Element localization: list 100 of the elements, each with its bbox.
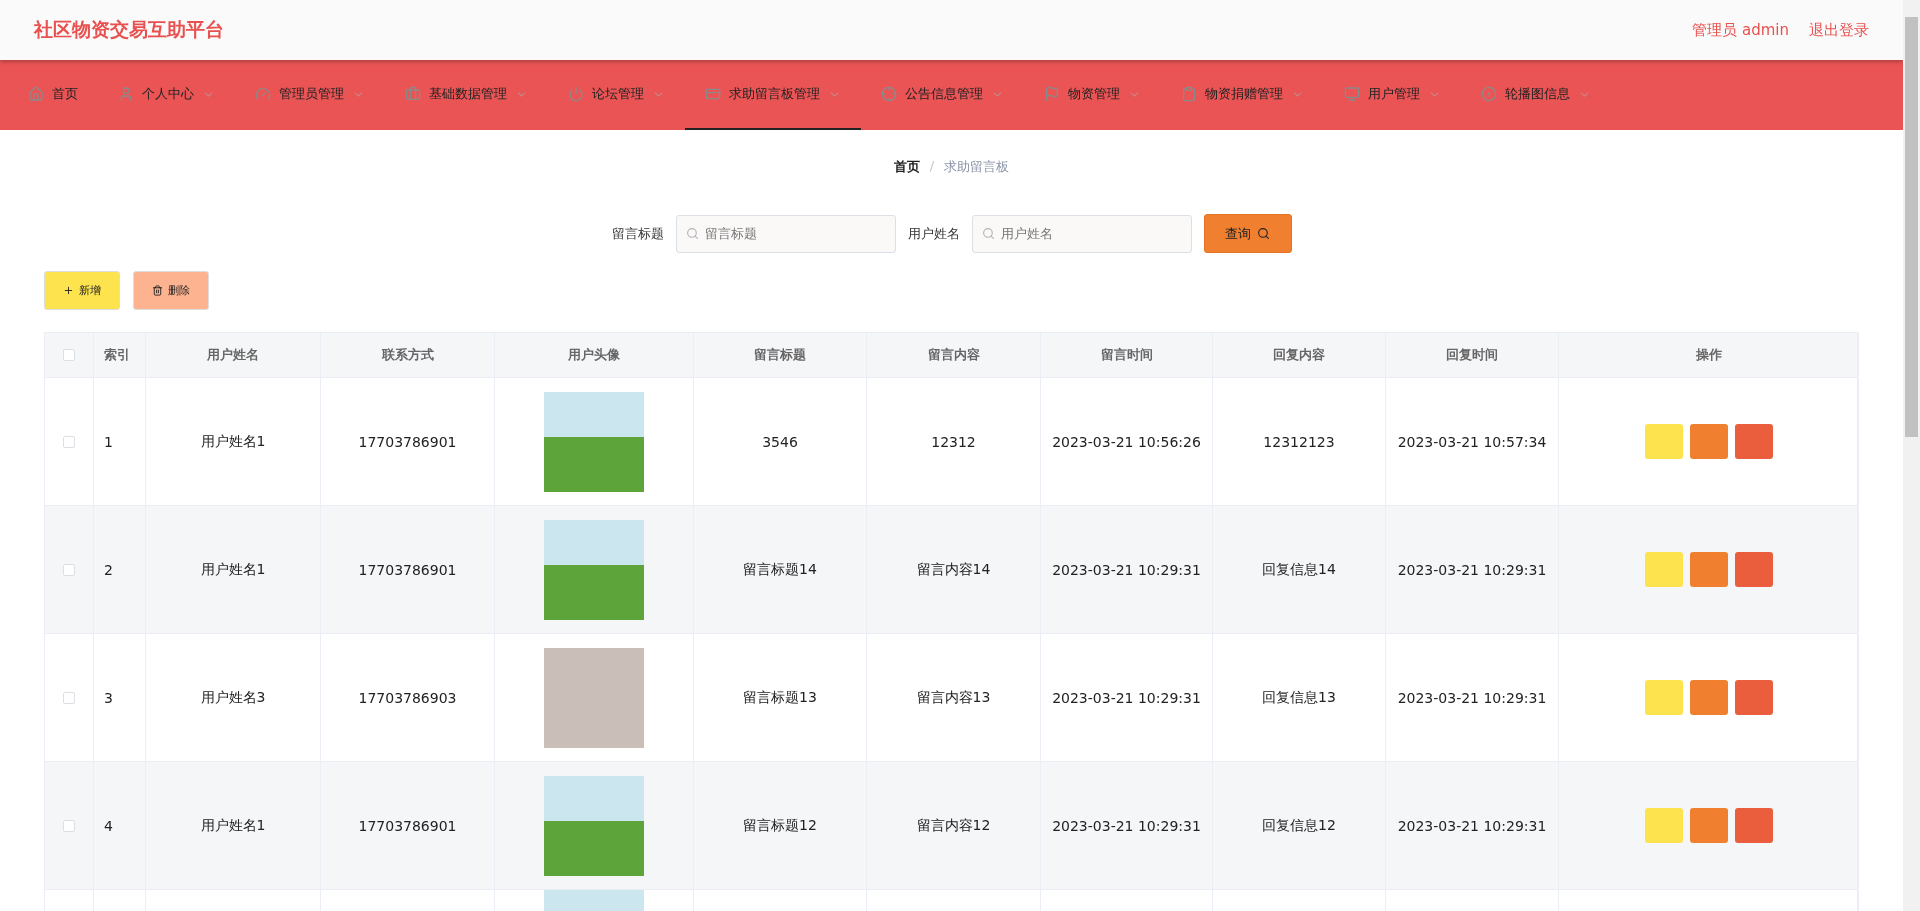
nav-menu-item[interactable]: 管理员管理 <box>235 60 385 130</box>
table-cell: 留言内容14 <box>916 560 991 579</box>
table-cell: 回复信息13 <box>1262 688 1336 707</box>
table-cell: 17703786901 <box>358 817 457 834</box>
nav-menu-item[interactable]: 轮播图信息 <box>1461 60 1611 130</box>
admin-user-link[interactable]: 管理员 admin <box>1692 20 1789 40</box>
table-cell: 1 <box>104 433 113 450</box>
table-cell: 用户姓名1 <box>200 432 266 451</box>
search-icon <box>981 226 995 240</box>
edit-button[interactable] <box>1689 424 1728 459</box>
table-cell: 回复信息14 <box>1262 560 1336 579</box>
table-cell: 留言内容13 <box>916 688 991 707</box>
breadcrumb-item[interactable]: 首页 <box>893 158 920 176</box>
search-field[interactable]: 用户姓名 <box>971 214 1192 253</box>
table-cell: 2023-03-21 10:29:31 <box>1397 561 1547 578</box>
table-cell: 2023-03-21 10:29:31 <box>1397 817 1547 834</box>
delete-row-button[interactable] <box>1734 552 1773 587</box>
view-button[interactable] <box>1644 552 1683 587</box>
nav-icon <box>705 86 721 102</box>
nav-menu-item[interactable]: 首页 <box>8 60 98 130</box>
table-cell: 4 <box>104 817 113 834</box>
nav-menu-item[interactable]: 论坛管理 <box>548 60 685 130</box>
nav-menu-item[interactable]: 求助留言板管理 <box>685 60 861 130</box>
nav-icon <box>1344 86 1360 102</box>
breadcrumb-item: 求助留言板 <box>944 158 1010 176</box>
table-cell: 用户姓名1 <box>200 560 266 579</box>
table-cell: 2023-03-21 10:56:26 <box>1052 433 1201 450</box>
table-cell: 2023-03-21 10:57:34 <box>1397 433 1547 450</box>
nav-menu-item[interactable]: 基础数据管理 <box>385 60 548 130</box>
delete-row-button[interactable] <box>1734 424 1773 459</box>
column-header: 联系方式 <box>321 333 495 377</box>
nav-menu-item[interactable]: 个人中心 <box>98 60 235 130</box>
column-header: 留言时间 <box>1041 333 1213 377</box>
query-button[interactable]: 查询 <box>1203 214 1292 253</box>
nav-icon <box>405 86 421 102</box>
view-button[interactable] <box>1644 808 1683 843</box>
field-label: 用户姓名 <box>907 224 960 243</box>
scrollbar[interactable] <box>1903 0 1920 911</box>
table-cell: 留言内容12 <box>916 816 991 835</box>
nav-menu-item[interactable]: 用户管理 <box>1324 60 1461 130</box>
nav-icon <box>881 86 897 102</box>
table-cell: 留言标题12 <box>743 816 817 835</box>
column-header: 留言标题 <box>694 333 867 377</box>
view-button[interactable] <box>1644 424 1683 459</box>
nav-menu-item[interactable]: 公告信息管理 <box>861 60 1024 130</box>
trash-icon <box>152 285 163 296</box>
table-cell: 17703786901 <box>358 561 457 578</box>
nav-icon <box>1044 86 1060 102</box>
table-cell: 2023-03-21 10:29:31 <box>1052 561 1201 578</box>
row-checkbox[interactable] <box>63 691 75 704</box>
table-cell: 2023-03-21 10:29:31 <box>1052 817 1201 834</box>
table-cell: 12312123 <box>1263 433 1335 450</box>
delete-button[interactable]: 删除 <box>133 271 209 310</box>
table-cell: 2 <box>104 561 113 578</box>
nav-icon <box>1481 86 1497 102</box>
row-checkbox[interactable] <box>63 819 75 832</box>
table-cell: 3546 <box>762 433 798 450</box>
search-icon <box>1257 227 1270 240</box>
site-title: 社区物资交易互助平台 <box>34 17 224 42</box>
breadcrumb-separator: / <box>929 158 935 175</box>
nav-icon <box>568 86 584 102</box>
column-header: 索引 <box>94 333 146 377</box>
column-header: 留言内容 <box>867 333 1041 377</box>
nav-menu-item[interactable]: 物资管理 <box>1024 60 1161 130</box>
row-checkbox[interactable] <box>63 435 75 448</box>
edit-button[interactable] <box>1689 680 1728 715</box>
search-icon <box>685 226 699 240</box>
nav-icon <box>255 86 271 102</box>
table-cell: 17703786901 <box>358 433 457 450</box>
column-header: 回复时间 <box>1386 333 1559 377</box>
column-header: 操作 <box>1559 333 1859 377</box>
plus-icon <box>63 285 74 296</box>
table-cell: 17703786903 <box>358 689 457 706</box>
table-cell: 留言标题14 <box>743 560 817 579</box>
table-cell: 2023-03-21 10:29:31 <box>1397 689 1547 706</box>
table-cell: 3 <box>104 689 113 706</box>
table-cell: 用户姓名3 <box>200 688 266 707</box>
select-all-checkbox[interactable] <box>63 349 75 361</box>
add-button[interactable]: 新增 <box>44 271 120 310</box>
table-cell: 留言标题13 <box>743 688 817 707</box>
column-header: 用户头像 <box>495 333 694 377</box>
field-label: 留言标题 <box>611 224 664 243</box>
row-checkbox[interactable] <box>63 563 75 576</box>
edit-button[interactable] <box>1689 552 1728 587</box>
nav-icon <box>118 86 134 102</box>
delete-row-button[interactable] <box>1734 680 1773 715</box>
nav-icon <box>1181 86 1197 102</box>
search-field[interactable]: 留言标题 <box>675 214 896 253</box>
nav-icon <box>28 86 44 102</box>
column-header: 回复内容 <box>1213 333 1386 377</box>
edit-button[interactable] <box>1689 808 1728 843</box>
table-cell: 2023-03-21 10:29:31 <box>1052 689 1201 706</box>
delete-row-button[interactable] <box>1734 808 1773 843</box>
logout-link[interactable]: 退出登录 <box>1809 20 1869 40</box>
table-cell: 回复信息12 <box>1262 816 1336 835</box>
table-cell: 用户姓名1 <box>200 816 266 835</box>
nav-menu-item[interactable]: 物资捐赠管理 <box>1161 60 1324 130</box>
view-button[interactable] <box>1644 680 1683 715</box>
column-header: 用户姓名 <box>146 333 321 377</box>
table-cell: 12312 <box>931 433 976 450</box>
